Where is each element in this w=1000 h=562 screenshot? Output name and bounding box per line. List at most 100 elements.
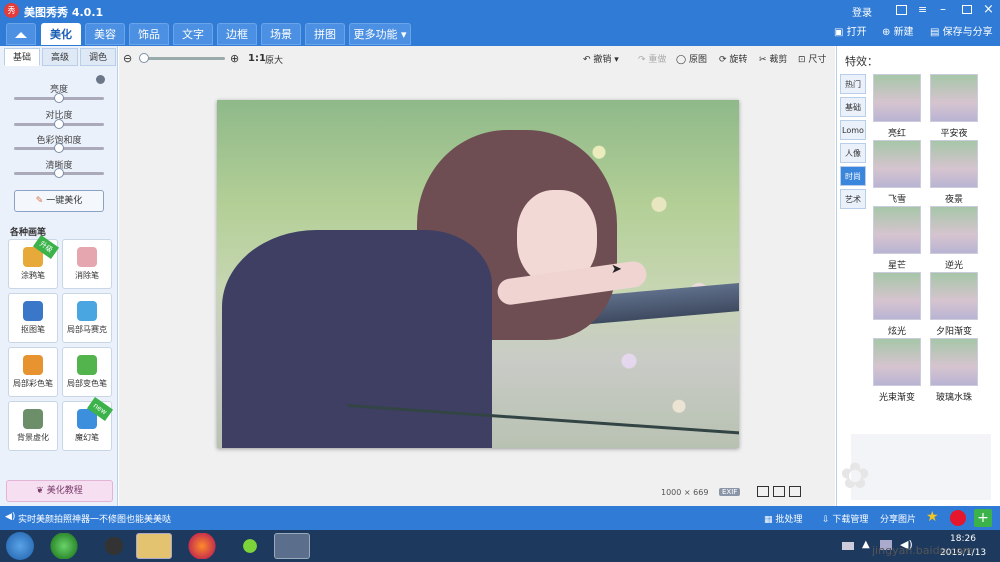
- subtab-color[interactable]: 调色: [80, 48, 116, 66]
- brush-cutout[interactable]: 抠图笔: [8, 293, 58, 343]
- taskbar-app-explorer-icon[interactable]: [136, 533, 172, 559]
- tab-border[interactable]: 边框: [217, 23, 257, 45]
- star-icon[interactable]: ★: [926, 509, 939, 525]
- crop-button[interactable]: ✂ 裁剪: [759, 52, 787, 65]
- subtab-basic[interactable]: 基础: [4, 48, 40, 66]
- tab-more[interactable]: 更多功能 ▾: [349, 23, 411, 45]
- edited-photo[interactable]: [217, 100, 739, 448]
- taskbar-app-qq-icon[interactable]: [96, 533, 132, 559]
- pen-icon: [23, 301, 43, 321]
- taskbar-app-firefox-icon[interactable]: [184, 533, 220, 559]
- subtab-advanced[interactable]: 高级: [42, 48, 78, 66]
- share-button[interactable]: 分享图片: [880, 512, 916, 525]
- effect-label: 平安夜: [940, 129, 968, 139]
- login-link[interactable]: 登录: [852, 4, 872, 19]
- tab-accessories[interactable]: 饰品: [129, 23, 169, 45]
- brush-mosaic[interactable]: 局部马赛克: [62, 293, 112, 343]
- brush-eraser[interactable]: 消除笔: [62, 239, 112, 289]
- brush-local-color[interactable]: 局部彩色笔: [8, 347, 58, 397]
- resize-icon: ⊡: [798, 55, 809, 65]
- compare-split-icon[interactable]: [773, 486, 785, 497]
- brightness-slider[interactable]: [14, 93, 104, 103]
- batch-button[interactable]: ▦ 批处理: [764, 512, 802, 525]
- category-fashion[interactable]: 时尚: [840, 166, 866, 186]
- category-hot[interactable]: 热门: [840, 74, 866, 94]
- tab-beautify[interactable]: 美化: [41, 23, 81, 45]
- add-icon[interactable]: +: [974, 509, 992, 527]
- tab-scene[interactable]: 场景: [261, 23, 301, 45]
- undo-button[interactable]: ↶ 撤销 ▾: [583, 52, 619, 65]
- compare-view-icon[interactable]: [757, 486, 769, 497]
- one-click-beautify-button[interactable]: ✎ 一键美化: [14, 190, 104, 212]
- slider-knob[interactable]: [54, 119, 64, 129]
- tray-up-arrow-icon[interactable]: ▲: [862, 539, 870, 550]
- category-basic[interactable]: 基础: [840, 97, 866, 117]
- brush-magic[interactable]: 魔幻笔 new: [62, 396, 114, 451]
- taskbar-app-browser-icon[interactable]: [46, 533, 82, 559]
- effect-thumb-7[interactable]: [930, 272, 978, 320]
- category-portrait[interactable]: 人像: [840, 143, 866, 163]
- rotate-button[interactable]: ⟳ 旋转: [719, 52, 747, 65]
- zoom-slider[interactable]: [138, 53, 225, 63]
- brush-graffiti[interactable]: 涂鸦笔 升级: [8, 234, 60, 289]
- weibo-icon[interactable]: [950, 510, 966, 526]
- effect-thumb-1[interactable]: [930, 74, 978, 122]
- open-button[interactable]: ▣ 打开: [834, 25, 867, 41]
- open-label: 打开: [846, 27, 867, 38]
- tab-collage[interactable]: 拼图: [305, 23, 345, 45]
- skin-icon[interactable]: [896, 5, 907, 15]
- chevron-down-icon: ▾: [611, 55, 619, 65]
- effect-thumb-6[interactable]: [873, 272, 921, 320]
- effect-thumb-9[interactable]: [930, 338, 978, 386]
- effect-thumb-5[interactable]: [930, 206, 978, 254]
- clock-time[interactable]: 18:26: [950, 534, 976, 544]
- zoom-in-icon[interactable]: ⊕: [230, 52, 239, 65]
- contrast-slider[interactable]: [14, 119, 104, 129]
- saturation-slider[interactable]: [14, 143, 104, 153]
- minimize-icon[interactable]: –: [940, 2, 946, 16]
- new-button[interactable]: ⊕ 新建: [882, 25, 914, 41]
- taskbar-app-meitu-icon[interactable]: [274, 533, 310, 559]
- slider-knob[interactable]: [54, 168, 64, 178]
- effect-thumb-3[interactable]: [930, 140, 978, 188]
- zoom-ratio[interactable]: 1:1: [248, 53, 266, 64]
- slider-knob[interactable]: [54, 93, 64, 103]
- slider-knob[interactable]: [54, 143, 64, 153]
- brush-local-recolor[interactable]: 局部变色笔: [62, 347, 112, 397]
- size-button[interactable]: ⊡ 尺寸: [798, 52, 826, 65]
- batch-label: 批处理: [775, 515, 803, 525]
- zoom-actual-label[interactable]: 原大: [265, 53, 283, 66]
- effect-thumb-4[interactable]: [873, 206, 921, 254]
- home-tab[interactable]: [6, 23, 36, 45]
- sharpness-slider[interactable]: [14, 168, 104, 178]
- tab-text[interactable]: 文字: [173, 23, 213, 45]
- size-label: 尺寸: [808, 55, 827, 65]
- redo-button[interactable]: ↷ 重做: [638, 52, 666, 65]
- menu-icon[interactable]: ≡: [918, 4, 927, 16]
- download-button[interactable]: ⇩ 下载管理: [822, 512, 868, 525]
- zoom-out-icon[interactable]: ⊖: [123, 52, 132, 65]
- save-share-button[interactable]: ▤ 保存与分享: [930, 25, 993, 41]
- baidu-paw-icon: ✿: [840, 456, 871, 497]
- brush-background-blur[interactable]: 背景虚化: [8, 401, 58, 451]
- effect-thumb-2[interactable]: [873, 140, 921, 188]
- zoom-slider-knob[interactable]: [138, 53, 149, 63]
- compare-toggle-icon[interactable]: [789, 486, 801, 497]
- start-button-icon[interactable]: [6, 532, 34, 560]
- effect-thumb-0[interactable]: [873, 74, 921, 122]
- status-message[interactable]: 实时美颜拍照神器一不修图也能美美哒: [18, 512, 171, 525]
- category-lomo[interactable]: Lomo: [840, 120, 866, 140]
- tab-face[interactable]: 美容: [85, 23, 125, 45]
- tutorial-button[interactable]: ❦ 美化教程: [6, 480, 113, 502]
- tutorial-label: 美化教程: [46, 486, 83, 496]
- effects-title: 特效：: [845, 55, 878, 68]
- taskbar-app-video-icon[interactable]: [232, 533, 268, 559]
- maximize-icon[interactable]: [962, 5, 972, 14]
- effect-thumb-8[interactable]: [873, 338, 921, 386]
- category-art[interactable]: 艺术: [840, 189, 866, 209]
- redo-icon: ↷: [638, 55, 649, 65]
- tray-keyboard-icon[interactable]: [842, 542, 854, 550]
- close-icon[interactable]: ×: [983, 2, 994, 17]
- exif-button[interactable]: EXIF: [719, 488, 741, 496]
- original-button[interactable]: ◯ 原图: [676, 52, 707, 65]
